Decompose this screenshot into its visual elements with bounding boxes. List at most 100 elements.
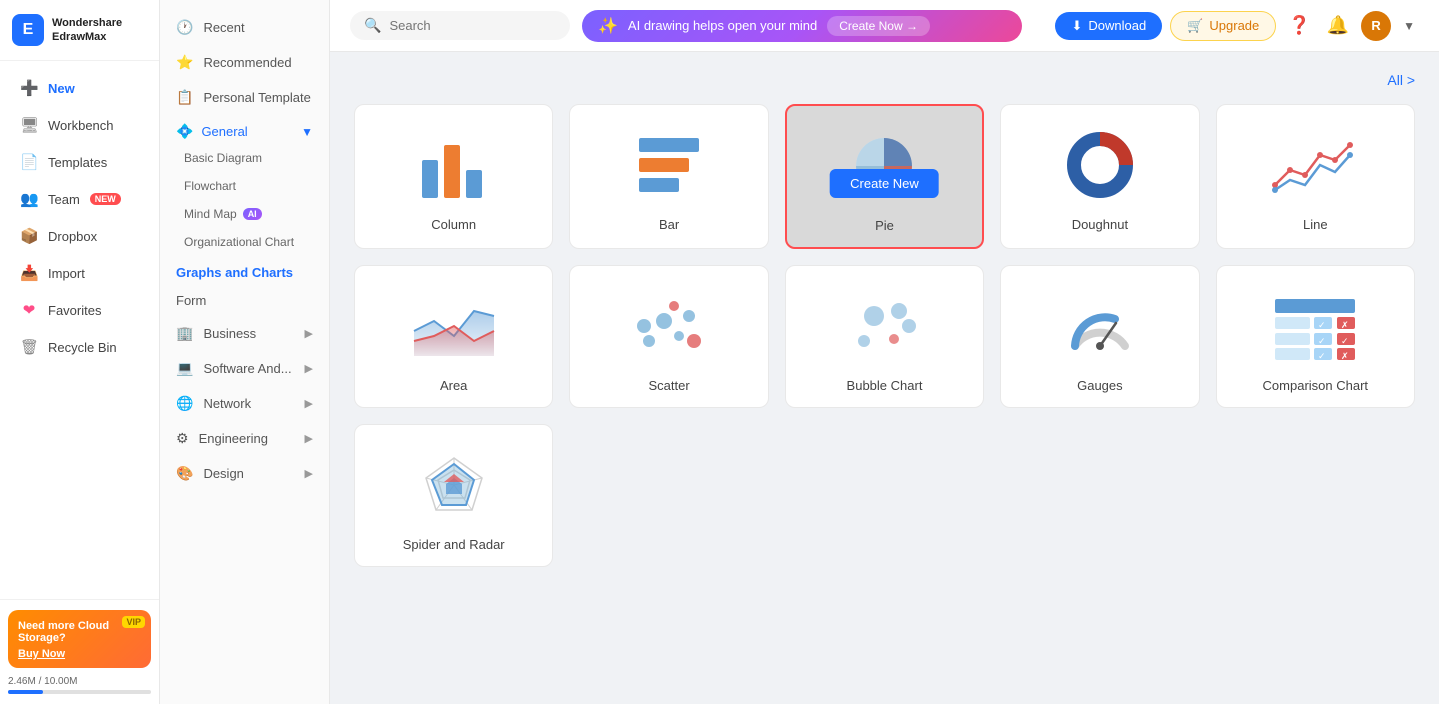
sidebar-item-recycle[interactable]: 🗑 Recycle Bin <box>6 329 153 365</box>
line-label: Line <box>1303 217 1328 232</box>
sidebar-item-templates[interactable]: 📄 Templates <box>6 144 153 180</box>
storage-bar <box>8 690 151 694</box>
design-label: Design <box>203 466 243 481</box>
chart-card-comparison[interactable]: ✓ ✗ ✓ ✓ ✓ ✗ Comparison Chart <box>1216 265 1415 408</box>
search-input[interactable] <box>389 18 556 33</box>
subitem-basic-diagram[interactable]: Basic Diagram <box>160 144 329 172</box>
team-icon: 👥 <box>20 190 38 208</box>
subitem-flowchart[interactable]: Flowchart <box>160 172 329 200</box>
column-icon <box>371 125 536 205</box>
help-button[interactable]: ❓ <box>1284 11 1314 40</box>
ai-sparkle-icon: ✨ <box>598 16 618 36</box>
section-design[interactable]: 🎨 Design ▶ <box>160 456 329 491</box>
section-software[interactable]: 💻 Software And... ▶ <box>160 351 329 386</box>
team-new-badge: NEW <box>90 193 121 205</box>
ai-banner-text: AI drawing helps open your mind <box>628 18 817 33</box>
section-form[interactable]: Form <box>160 286 329 316</box>
engineering-chevron: ▶ <box>305 432 313 445</box>
favorites-icon: ❤ <box>20 301 38 319</box>
pie-icon: Create New <box>803 126 966 206</box>
svg-text:✓: ✓ <box>1341 336 1349 346</box>
all-link[interactable]: All > <box>1387 72 1415 88</box>
sidebar: E Wondershare EdrawMax ➕ New 🖥 Workbench… <box>0 0 160 704</box>
sidebar-item-workbench[interactable]: 🖥 Workbench <box>6 107 153 143</box>
section-network[interactable]: 🌐 Network ▶ <box>160 386 329 421</box>
notification-button[interactable]: 🔔 <box>1323 11 1353 40</box>
section-general[interactable]: 💠 General ▼ <box>160 115 329 144</box>
panel-item-recommended[interactable]: ⭐ Recommended <box>160 45 329 80</box>
chart-card-area[interactable]: Area <box>354 265 553 408</box>
sidebar-item-team[interactable]: 👥 Team NEW <box>6 181 153 217</box>
chart-grid-row3: Spider and Radar <box>354 424 1415 567</box>
logo-icon: E <box>12 14 44 46</box>
business-chevron: ▶ <box>305 327 313 340</box>
new-button[interactable]: ➕ New <box>6 70 153 106</box>
buy-now-link[interactable]: Buy Now <box>18 648 65 660</box>
chart-card-doughnut[interactable]: Doughnut <box>1000 104 1199 249</box>
general-chevron: ▼ <box>301 125 313 139</box>
upgrade-button[interactable]: 🛒 Upgrade <box>1170 11 1276 41</box>
area-label: Area <box>440 378 467 393</box>
bubble-icon <box>802 286 967 366</box>
panel-item-recent[interactable]: 🕐 Recent <box>160 10 329 45</box>
search-box[interactable]: 🔍 <box>350 11 570 40</box>
second-panel: 🕐 Recent ⭐ Recommended 📋 Personal Templa… <box>160 0 330 704</box>
recommended-icon: ⭐ <box>176 54 193 71</box>
engineering-label: Engineering <box>199 431 268 446</box>
ai-banner[interactable]: ✨ AI drawing helps open your mind Create… <box>582 10 1022 42</box>
dropbox-icon: 📦 <box>20 227 38 245</box>
sidebar-item-dropbox[interactable]: 📦 Dropbox <box>6 218 153 254</box>
content-header: All > <box>354 72 1415 88</box>
subitem-mind-map[interactable]: Mind Map AI <box>160 200 329 228</box>
ai-banner-cta[interactable]: Create Now → <box>827 16 930 36</box>
section-engineering[interactable]: ⚙ Engineering ▶ <box>160 421 329 456</box>
business-icon: 🏢 <box>176 325 193 342</box>
section-business[interactable]: 🏢 Business ▶ <box>160 316 329 351</box>
engineering-icon: ⚙ <box>176 430 189 447</box>
area-icon <box>371 286 536 366</box>
panel-item-personal[interactable]: 📋 Personal Template <box>160 80 329 115</box>
design-chevron: ▶ <box>305 467 313 480</box>
create-new-button[interactable]: Create New <box>830 169 939 198</box>
chart-card-scatter[interactable]: Scatter <box>569 265 768 408</box>
section-form-label: Form <box>176 293 206 308</box>
chart-card-pie[interactable]: Create New Pie <box>785 104 984 249</box>
chart-card-column[interactable]: Column <box>354 104 553 249</box>
download-icon: ⬇ <box>1071 18 1082 34</box>
header: 🔍 ✨ AI drawing helps open your mind Crea… <box>330 0 1439 52</box>
section-graphs[interactable]: Graphs and Charts <box>160 256 329 286</box>
svg-text:✓: ✓ <box>1318 336 1326 346</box>
gauges-label: Gauges <box>1077 378 1123 393</box>
pie-label: Pie <box>875 218 894 233</box>
dropdown-button[interactable]: ▼ <box>1399 15 1419 37</box>
cloud-banner[interactable]: VIP Need more Cloud Storage? Buy Now <box>8 610 151 668</box>
doughnut-icon <box>1017 125 1182 205</box>
app-name: Wondershare EdrawMax <box>52 16 122 45</box>
bar-icon <box>586 125 751 205</box>
recent-icon: 🕐 <box>176 19 193 36</box>
chart-grid-row2: Area Scatter <box>354 265 1415 408</box>
sidebar-item-favorites[interactable]: ❤ Favorites <box>6 292 153 328</box>
header-actions: ⬇ Download 🛒 Upgrade ❓ 🔔 R ▼ <box>1055 11 1419 41</box>
sidebar-item-import[interactable]: 📥 Import <box>6 255 153 291</box>
chart-card-bar[interactable]: Bar <box>569 104 768 249</box>
content-area: All > Column <box>330 52 1439 704</box>
svg-text:✓: ✓ <box>1318 320 1326 330</box>
svg-text:✓: ✓ <box>1318 351 1326 361</box>
import-icon: 📥 <box>20 264 38 282</box>
doughnut-label: Doughnut <box>1072 217 1128 232</box>
download-button[interactable]: ⬇ Download <box>1055 12 1162 40</box>
subitem-org-chart[interactable]: Organizational Chart <box>160 228 329 256</box>
section-graphs-label: Graphs and Charts <box>176 265 293 280</box>
chart-card-spider[interactable]: Spider and Radar <box>354 424 553 567</box>
gauges-icon <box>1017 286 1182 366</box>
avatar[interactable]: R <box>1361 11 1391 41</box>
column-label: Column <box>431 217 476 232</box>
bubble-label: Bubble Chart <box>847 378 923 393</box>
sidebar-bottom: VIP Need more Cloud Storage? Buy Now 2.4… <box>0 599 159 704</box>
chart-card-gauges[interactable]: Gauges <box>1000 265 1199 408</box>
chart-card-bubble[interactable]: Bubble Chart <box>785 265 984 408</box>
chart-card-line[interactable]: Line <box>1216 104 1415 249</box>
ai-badge: AI <box>243 208 262 220</box>
network-icon: 🌐 <box>176 395 193 412</box>
